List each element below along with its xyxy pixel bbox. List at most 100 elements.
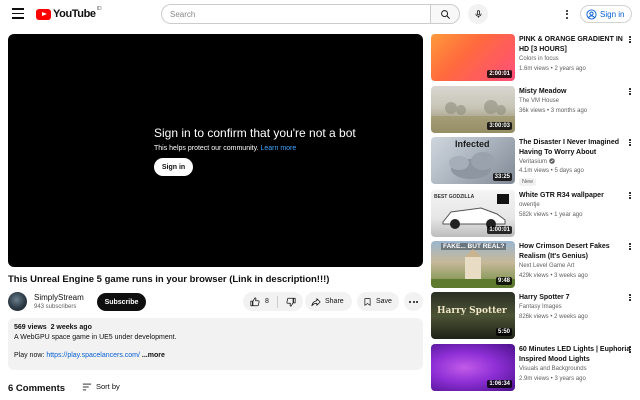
recommendation-more-icon[interactable]: [626, 346, 634, 357]
recommendation-more-icon[interactable]: [626, 36, 634, 47]
search-icon: [440, 9, 450, 19]
learn-more-link[interactable]: Learn more: [260, 145, 296, 152]
recommendation-item[interactable]: 2:00:01 PINK & ORANGE GRADIENT IN HD [3 …: [431, 34, 636, 82]
description-box[interactable]: 569 views 2 weeks ago A WebGPU space gam…: [8, 318, 423, 370]
recommendation-meta: 429k views • 3 weeks ago: [519, 273, 588, 279]
description-link[interactable]: https://play.spacelancers.com/: [46, 352, 140, 359]
recommendation-title[interactable]: White GTR R34 wallpaper: [519, 191, 631, 201]
header-signin-label: Sign in: [600, 9, 625, 19]
video-thumbnail[interactable]: 2:00:01: [431, 34, 515, 81]
thumbnail-caption: Harry Spotter: [437, 306, 507, 316]
search-input[interactable]: [161, 4, 430, 24]
voice-search-button[interactable]: [468, 4, 488, 24]
video-duration: 9:48: [495, 277, 512, 285]
recommendation-title[interactable]: Misty Meadow: [519, 87, 631, 97]
like-dislike-group: 8: [243, 292, 303, 311]
recommendation-channel[interactable]: Next Level Game Art: [519, 263, 574, 269]
logo-text: YouTube: [53, 8, 96, 20]
channel-label: Veritasium: [519, 159, 548, 165]
like-button[interactable]: 8: [243, 292, 277, 311]
new-badge: New: [519, 178, 537, 186]
recommendation-channel[interactable]: The VM House: [519, 98, 559, 104]
search-button[interactable]: [430, 4, 460, 24]
show-more-button[interactable]: ...more: [142, 352, 165, 359]
recommendation-meta: 582k views • 1 year ago: [519, 212, 583, 218]
recommendation-item[interactable]: Infected 33:25 The Disaster I Never Imag…: [431, 137, 636, 186]
bot-check-title: Sign in to confirm that you're not a bot: [154, 126, 356, 140]
sort-icon: [82, 383, 92, 390]
video-duration: 3:00:03: [487, 122, 512, 130]
video-duration: 1:06:34: [487, 380, 512, 388]
recommendation-channel[interactable]: Colors in focus: [519, 56, 559, 62]
video-title: This Unreal Engine 5 game runs in your b…: [8, 274, 330, 285]
description-meta: 569 views 2 weeks ago: [14, 324, 417, 331]
player-signin-button[interactable]: Sign in: [154, 158, 193, 176]
recommendation-meta: 4.1m views • 5 days ago: [519, 168, 584, 174]
recommendation-meta: 2.9m views • 3 years ago: [519, 376, 586, 382]
video-thumbnail[interactable]: 1:06:34: [431, 344, 515, 391]
subscribe-button[interactable]: Subscribe: [97, 293, 146, 311]
recommendation-item[interactable]: 1:06:34 60 Minutes LED Lights | Euphoria…: [431, 344, 636, 392]
header-signin-button[interactable]: Sign in: [580, 5, 632, 23]
settings-more-icon[interactable]: [562, 8, 572, 20]
play-now-label: Play now:: [14, 352, 45, 359]
upload-age: 2 weeks ago: [50, 324, 92, 331]
recommendation-more-icon[interactable]: [626, 243, 634, 254]
recommendation-item[interactable]: FAKE... BUT REAL? 9:48 How Crimson Deser…: [431, 241, 636, 289]
video-thumbnail[interactable]: 3:00:03: [431, 86, 515, 133]
recommendation-channel[interactable]: Veritasium: [519, 158, 555, 165]
bookmark-icon: [364, 297, 371, 306]
save-label: Save: [376, 298, 392, 305]
description-line: A WebGPU space game in UE5 under develop…: [14, 334, 177, 341]
recommendation-title[interactable]: 60 Minutes LED Lights | Euphoria Inspire…: [519, 345, 631, 365]
video-duration: 33:25: [492, 173, 512, 181]
sort-comments-button[interactable]: Sort by: [82, 382, 120, 391]
recommendation-more-icon[interactable]: [626, 88, 634, 99]
video-thumbnail[interactable]: Harry Spotter 5:50: [431, 292, 515, 339]
recommendation-meta: 36k views • 3 months ago: [519, 108, 588, 114]
recommendation-meta: 1.6m views • 2 years ago: [519, 66, 586, 72]
recommendation-more-icon[interactable]: [626, 192, 634, 203]
recommendation-meta: 826k views • 2 weeks ago: [519, 314, 588, 320]
bot-check-subtitle: This helps protect our community. Learn …: [154, 145, 296, 152]
video-thumbnail[interactable]: BEST GODZILLA 1:00:01: [431, 190, 515, 237]
youtube-logo[interactable]: YouTube ID: [36, 6, 102, 20]
recommendation-title[interactable]: The Disaster I Never Imagined Having To …: [519, 138, 631, 158]
dislike-button[interactable]: [278, 292, 303, 311]
verified-check-icon: [548, 158, 555, 164]
more-actions-button[interactable]: [404, 292, 423, 311]
recommendation-item[interactable]: BEST GODZILLA 1:00:01 White GTR R34 wall…: [431, 190, 636, 238]
video-duration: 1:00:01: [487, 226, 512, 234]
bot-check-text: This helps protect our community.: [154, 145, 259, 152]
video-duration: 2:00:01: [487, 70, 512, 78]
save-button[interactable]: Save: [357, 292, 399, 311]
description-play-line: Play now: https://play.spacelancers.com/…: [14, 352, 417, 359]
youtube-play-icon: [36, 8, 51, 20]
video-thumbnail[interactable]: Infected 33:25: [431, 137, 515, 184]
recommendation-more-icon[interactable]: [626, 139, 634, 150]
recommendation-item[interactable]: Harry Spotter 5:50 Harry Spotter 7 Fanta…: [431, 292, 636, 340]
search-box: [161, 4, 460, 24]
video-player[interactable]: Sign in to confirm that you're not a bot…: [8, 34, 423, 267]
video-thumbnail[interactable]: FAKE... BUT REAL? 9:48: [431, 241, 515, 288]
comments-count: 6 Comments: [8, 383, 66, 394]
share-label: Share: [325, 298, 344, 305]
recommendation-channel[interactable]: Fantasy Images: [519, 304, 562, 310]
share-icon: [311, 297, 321, 306]
recommendation-more-icon[interactable]: [626, 294, 634, 305]
channel-name[interactable]: SimplyStream: [34, 293, 84, 302]
recommendation-title[interactable]: PINK & ORANGE GRADIENT IN HD [3 HOURS]: [519, 35, 631, 55]
view-count: 569 views: [14, 324, 47, 331]
logo-country-code: ID: [96, 6, 102, 12]
recommendation-item[interactable]: 3:00:03 Misty Meadow The VM House 36k vi…: [431, 86, 636, 134]
recommendation-title[interactable]: How Crimson Desert Fakes Realism (It's G…: [519, 242, 631, 262]
hamburger-menu-icon[interactable]: [12, 8, 24, 20]
thumbs-up-icon: [250, 296, 260, 306]
share-button[interactable]: Share: [305, 292, 352, 311]
recommendation-channel[interactable]: owentje: [519, 202, 540, 208]
thumbs-down-icon: [286, 297, 296, 307]
masthead: YouTube ID Sign in: [0, 0, 640, 28]
recommendation-channel[interactable]: Visuals and Backgrounds: [519, 366, 587, 372]
channel-avatar[interactable]: [8, 292, 27, 311]
recommendation-title[interactable]: Harry Spotter 7: [519, 293, 631, 303]
